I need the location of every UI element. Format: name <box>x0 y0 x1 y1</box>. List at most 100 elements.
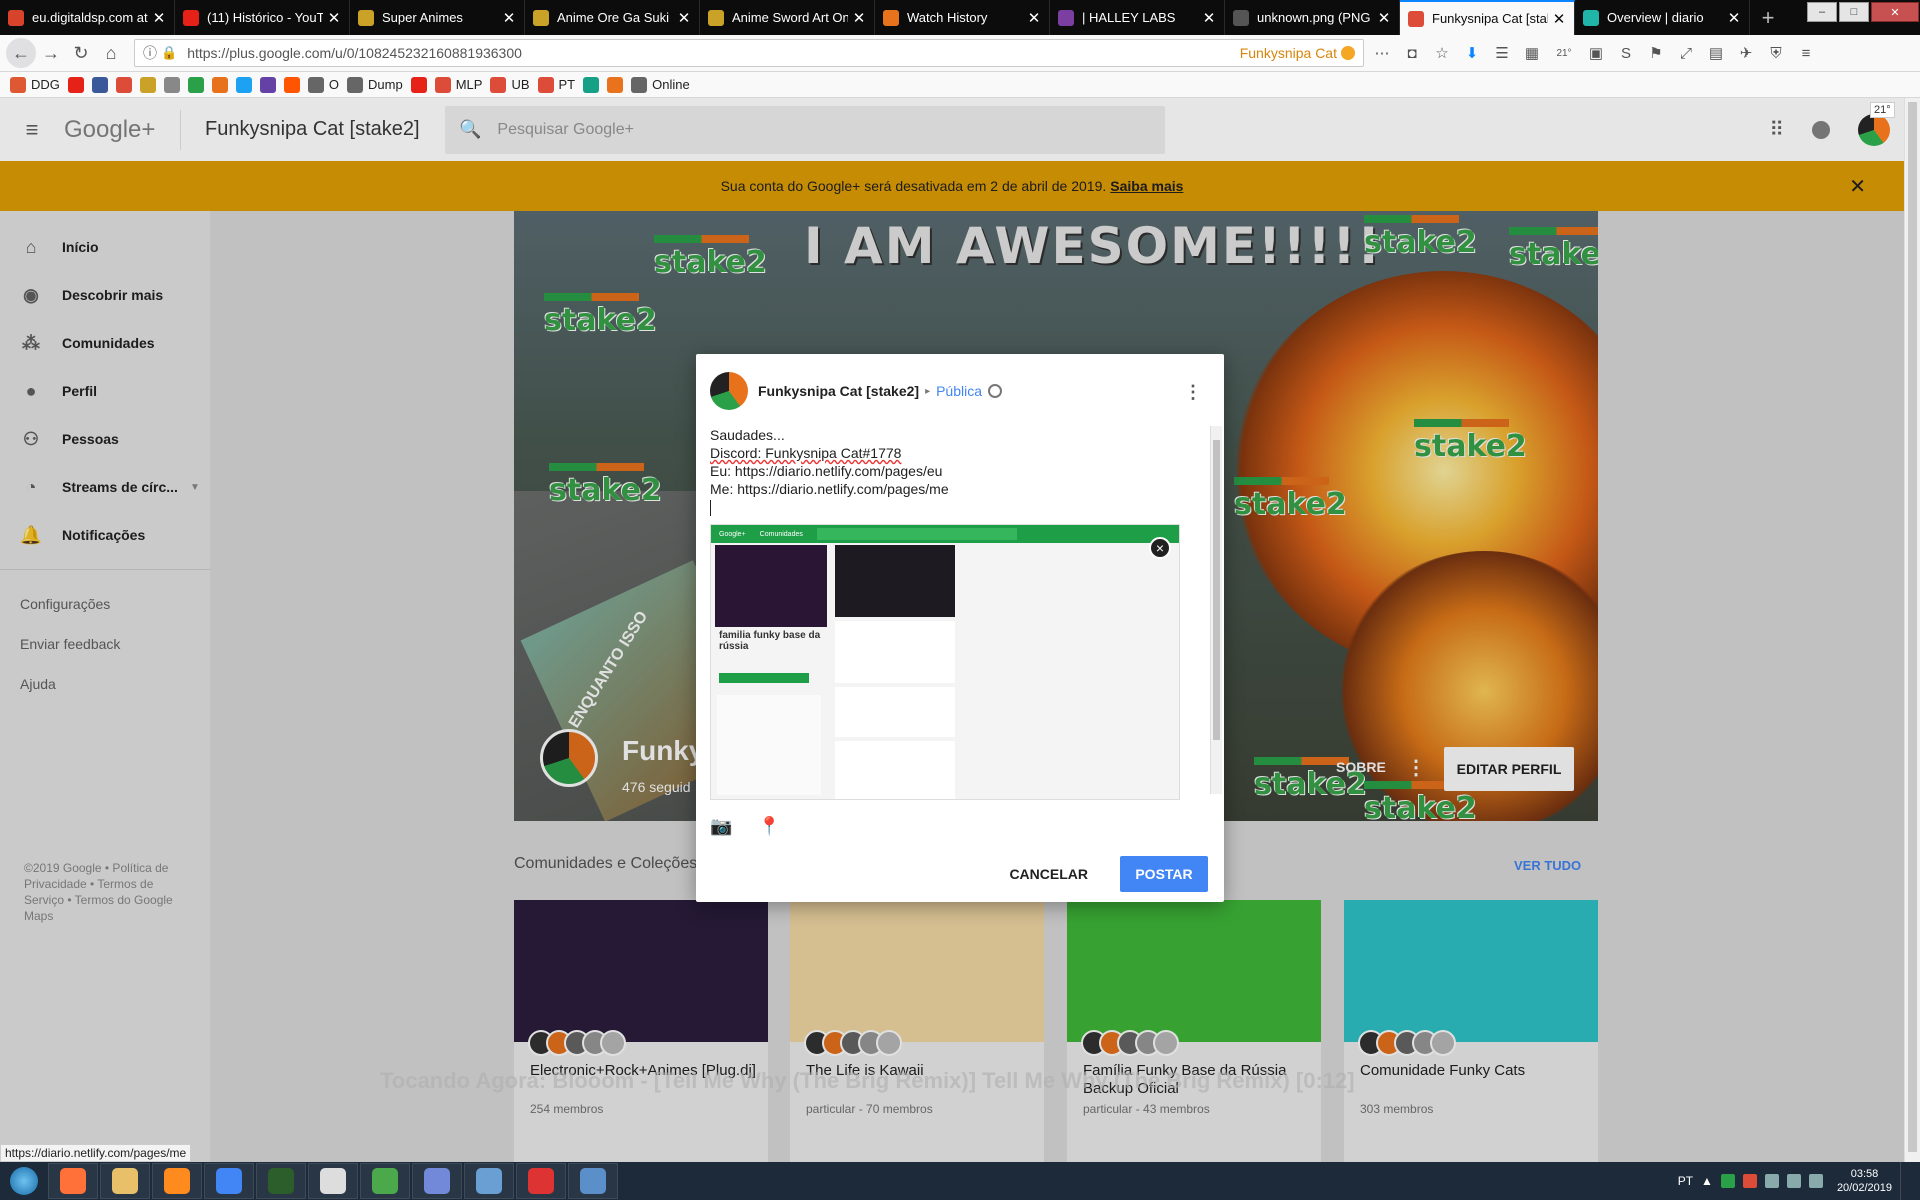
bookmark-item[interactable]: UB <box>490 76 530 93</box>
tray-volume-icon[interactable] <box>1786 1174 1801 1188</box>
taskbar-app-button[interactable] <box>464 1163 514 1199</box>
back-button[interactable]: ← <box>6 38 36 68</box>
bookmark-item[interactable] <box>607 76 624 93</box>
flag-icon[interactable]: ⚑ <box>1646 43 1666 63</box>
tab-close-icon[interactable]: ✕ <box>502 9 516 27</box>
tray-network-icon[interactable] <box>1764 1174 1779 1188</box>
show-desktop-button[interactable] <box>1900 1162 1910 1200</box>
account-avatar[interactable] <box>1858 113 1890 146</box>
browser-tab[interactable]: | HALLEY LABS ✕ <box>1050 0 1225 35</box>
location-pin-icon[interactable]: 📍 <box>758 816 780 837</box>
page-actions-icon[interactable]: ⋯ <box>1372 43 1392 63</box>
forward-button[interactable]: → <box>36 38 66 68</box>
dialog-scrollbar-thumb[interactable] <box>1213 440 1220 740</box>
tray-app-icon[interactable] <box>1720 1174 1735 1188</box>
post-button[interactable]: POSTAR <box>1120 856 1208 892</box>
addon-icon[interactable]: ▤ <box>1706 43 1726 63</box>
gplus-logo[interactable]: Google+ <box>64 116 180 144</box>
bookmark-star-icon[interactable]: ☆ <box>1432 43 1452 63</box>
browser-tab[interactable]: unknown.png (PNG Imag ✕ <box>1225 0 1400 35</box>
tray-gmail-icon[interactable] <box>1742 1174 1757 1188</box>
bookmark-item[interactable] <box>259 76 276 93</box>
search-input[interactable]: 🔍 Pesquisar Google+ <box>445 105 1165 154</box>
notifications-icon[interactable] <box>1812 120 1830 139</box>
hamburger-menu-icon[interactable]: ≡ <box>0 117 64 143</box>
taskbar-app-button[interactable] <box>152 1163 202 1199</box>
taskbar-app-button[interactable] <box>412 1163 462 1199</box>
browser-tab[interactable]: eu.digitaldsp.com at l ✕ <box>0 0 175 35</box>
tab-close-icon[interactable]: ✕ <box>1552 10 1566 28</box>
browser-tab[interactable]: Watch History ✕ <box>875 0 1050 35</box>
extensions-icon[interactable]: ▦ <box>1522 43 1542 63</box>
page-scrollbar-thumb[interactable] <box>1908 102 1917 1152</box>
reload-button[interactable]: ↻ <box>66 38 96 68</box>
tab-close-icon[interactable]: ✕ <box>1377 9 1391 27</box>
bookmark-item[interactable]: Online <box>631 76 690 93</box>
address-bar[interactable]: ⓘ 🔒 https://plus.google.com/u/0/10824523… <box>134 39 1364 67</box>
page-scrollbar[interactable] <box>1904 98 1920 1162</box>
library-icon[interactable]: ☰ <box>1492 43 1512 63</box>
tab-close-icon[interactable]: ✕ <box>327 9 341 27</box>
browser-tab[interactable]: Super Animes ✕ <box>350 0 525 35</box>
taskbar-app-button[interactable] <box>360 1163 410 1199</box>
bookmark-item[interactable]: DDG <box>10 76 60 93</box>
bookmark-item[interactable] <box>163 76 180 93</box>
download-icon[interactable]: ⬇ <box>1462 43 1482 63</box>
camera-icon[interactable]: 📷 <box>710 816 732 837</box>
cancel-button[interactable]: CANCELAR <box>997 866 1100 882</box>
tab-close-icon[interactable]: ✕ <box>852 9 866 27</box>
browser-tab[interactable]: Funkysnipa Cat [stak ✕ <box>1400 0 1575 35</box>
bookmark-item[interactable] <box>583 76 600 93</box>
info-icon[interactable]: ⓘ <box>143 43 157 63</box>
dialog-more-icon[interactable]: ⋮ <box>1184 382 1202 403</box>
fullscreen-icon[interactable]: ⤢ <box>1676 43 1696 63</box>
taskbar-app-button[interactable] <box>516 1163 566 1199</box>
browser-tab[interactable]: (11) Histórico - YouTu ✕ <box>175 0 350 35</box>
weather-badge[interactable]: 21° <box>1552 43 1576 63</box>
remove-attachment-close-icon[interactable]: × <box>1149 537 1171 559</box>
browser-tab[interactable]: Anime Sword Art Onl ✕ <box>700 0 875 35</box>
container-account-label[interactable]: Funkysnipa Cat <box>1240 45 1337 61</box>
pocket-icon[interactable]: ◘ <box>1402 43 1422 63</box>
bird-icon[interactable]: ✈ <box>1736 43 1756 63</box>
post-text-area[interactable]: Saudades... Discord: Funkysnipa Cat#1778… <box>710 426 1200 516</box>
menu-icon[interactable]: ≡ <box>1796 43 1816 63</box>
dialog-scrollbar[interactable] <box>1210 426 1222 794</box>
start-button[interactable] <box>0 1162 48 1200</box>
tab-close-icon[interactable]: ✕ <box>152 9 166 27</box>
bookmark-item[interactable]: O <box>307 76 339 93</box>
bookmark-item[interactable] <box>187 76 204 93</box>
clock[interactable]: 03:58 20/02/2019 <box>1837 1167 1892 1195</box>
maximize-button[interactable]: □ <box>1839 2 1869 22</box>
language-indicator[interactable]: PT <box>1678 1174 1693 1188</box>
bookmark-item[interactable] <box>67 76 84 93</box>
close-window-button[interactable]: ✕ <box>1871 2 1919 22</box>
browser-tab[interactable]: Overview | diario ✕ <box>1575 0 1750 35</box>
bookmark-item[interactable] <box>235 76 252 93</box>
bookmark-item[interactable] <box>410 76 427 93</box>
bookmark-item[interactable] <box>91 76 108 93</box>
bookmark-item[interactable] <box>283 76 300 93</box>
url-text[interactable]: https://plus.google.com/u/0/108245232160… <box>187 45 1240 61</box>
taskbar-app-button[interactable] <box>256 1163 306 1199</box>
apps-grid-icon[interactable]: ⠿ <box>1769 117 1784 142</box>
visibility-selector[interactable]: Pública <box>936 383 982 399</box>
sync-icon[interactable]: S <box>1616 43 1636 63</box>
bookmark-item[interactable] <box>211 76 228 93</box>
bookmark-item[interactable] <box>115 76 132 93</box>
weather-widget[interactable]: 21° <box>1870 102 1895 118</box>
bookmark-item[interactable]: MLP <box>434 76 482 93</box>
tab-close-icon[interactable]: ✕ <box>1727 9 1741 27</box>
bookmark-item[interactable] <box>139 76 156 93</box>
tab-close-icon[interactable]: ✕ <box>1027 9 1041 27</box>
tray-flag-icon[interactable] <box>1808 1174 1823 1188</box>
minimize-button[interactable]: – <box>1807 2 1837 22</box>
bookmark-item[interactable]: Dump <box>347 76 403 93</box>
taskbar-app-button[interactable] <box>568 1163 618 1199</box>
tray-arrow-icon[interactable]: ▲ <box>1701 1174 1713 1188</box>
taskbar-app-button[interactable] <box>48 1163 98 1199</box>
taskbar-app-button[interactable] <box>204 1163 254 1199</box>
home-button[interactable]: ⌂ <box>96 38 126 68</box>
shield-icon[interactable]: ⛨ <box>1766 43 1786 63</box>
bookmark-item[interactable]: PT <box>537 76 575 93</box>
